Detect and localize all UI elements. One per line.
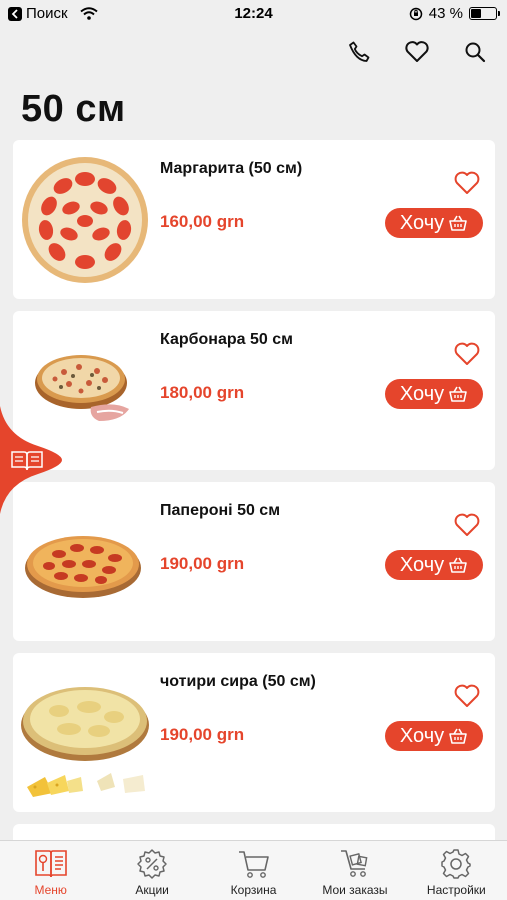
discount-icon	[135, 848, 169, 880]
product-name: Папероні 50 см	[160, 502, 281, 519]
bottom-nav: Меню Акции Корзина Мои заказы Настройки	[0, 840, 507, 900]
product-list: Маргарита (50 см) 160,00 grn Хочу Карбон…	[13, 140, 495, 876]
basket-icon	[448, 385, 468, 403]
search-icon[interactable]	[461, 38, 489, 66]
product-price: 160,00 grn	[160, 212, 245, 231]
product-card[interactable]: Маргарита (50 см) 160,00 grn Хочу	[13, 140, 495, 299]
pizza-image	[21, 687, 149, 797]
product-card[interactable]: чотири сира (50 см) 190,00 grn Хочу	[13, 653, 495, 812]
favorite-heart-icon[interactable]	[453, 512, 481, 538]
product-name: чотири сира (50 см)	[160, 673, 316, 690]
nav-label: Настройки	[426, 883, 486, 897]
pizza-image	[22, 157, 148, 283]
nav-item-settings[interactable]: Настройки	[406, 841, 507, 900]
orders-cart-icon	[338, 848, 372, 880]
status-bar: Поиск 12:24 43 %	[0, 0, 507, 28]
want-button[interactable]: Хочу	[385, 721, 483, 751]
nav-item-orders[interactable]: Мои заказы	[304, 841, 405, 900]
product-name: Карбонара 50 см	[160, 331, 293, 348]
status-right: 43 %	[409, 5, 500, 22]
nav-label: Мои заказы	[322, 883, 388, 897]
nav-label: Корзина	[230, 883, 277, 897]
product-name: Маргарита (50 см)	[160, 160, 303, 177]
want-button[interactable]: Хочу	[385, 208, 483, 238]
battery-fill	[471, 9, 482, 18]
gear-icon	[439, 848, 473, 880]
battery-icon	[469, 7, 500, 20]
heart-icon[interactable]	[403, 38, 431, 66]
phone-icon[interactable]	[345, 38, 373, 66]
battery-text: 43 %	[428, 5, 463, 22]
product-price: 190,00 grn	[160, 554, 245, 573]
want-button[interactable]: Хочу	[385, 550, 483, 580]
page-title: 50 см	[21, 88, 126, 130]
want-button-label: Хочу	[399, 553, 445, 576]
nav-item-cart[interactable]: Корзина	[203, 841, 304, 900]
basket-icon	[448, 556, 468, 574]
basket-icon	[448, 727, 468, 745]
favorite-heart-icon[interactable]	[453, 683, 481, 709]
side-menu-tab[interactable]	[0, 406, 62, 514]
nav-item-menu[interactable]: Меню	[0, 841, 101, 900]
nav-item-promotions[interactable]: Акции	[101, 841, 202, 900]
cart-icon	[237, 848, 271, 880]
favorite-heart-icon[interactable]	[453, 341, 481, 367]
want-button-label: Хочу	[399, 724, 445, 747]
want-button[interactable]: Хочу	[385, 379, 483, 409]
header-actions	[345, 38, 489, 66]
menu-book-icon	[34, 848, 68, 880]
product-price: 180,00 grn	[160, 383, 245, 402]
nav-label: Акции	[135, 883, 169, 897]
favorite-heart-icon[interactable]	[453, 170, 481, 196]
product-price: 190,00 grn	[160, 725, 245, 744]
want-button-label: Хочу	[399, 382, 445, 405]
orientation-lock-icon	[409, 7, 423, 21]
basket-icon	[448, 214, 468, 232]
product-card[interactable]: Папероні 50 см 190,00 grn Хочу	[13, 482, 495, 641]
product-card[interactable]: Карбонара 50 см 180,00 grn Хочу	[13, 311, 495, 470]
want-button-label: Хочу	[399, 211, 445, 234]
nav-label: Меню	[34, 883, 67, 897]
